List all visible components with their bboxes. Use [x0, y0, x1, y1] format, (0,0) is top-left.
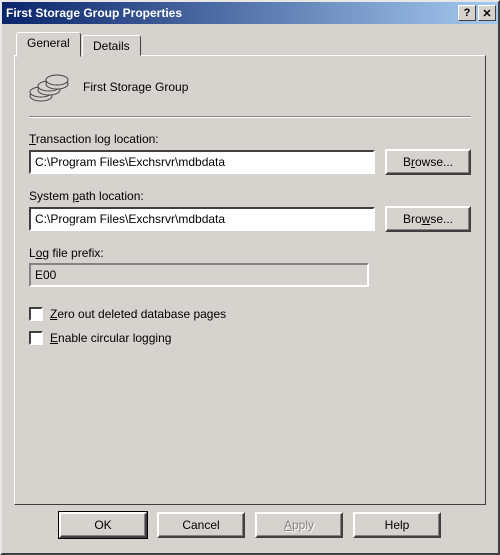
storage-group-icon [29, 70, 69, 104]
title-bar: First Storage Group Properties ? ✕ [2, 2, 498, 24]
help-icon: ? [464, 7, 471, 19]
browse-transaction-log-button[interactable]: Browse... [385, 149, 471, 175]
close-icon: ✕ [482, 7, 491, 20]
client-area: General Details First Storage Group [2, 24, 498, 553]
window-title: First Storage Group Properties [6, 6, 456, 20]
tab-details[interactable]: Details [82, 35, 141, 56]
transaction-log-row: Browse... [29, 149, 471, 175]
dialog-window: First Storage Group Properties ? ✕ Gener… [0, 0, 500, 555]
ok-button[interactable]: OK [59, 512, 147, 538]
circular-logging-checkbox-row[interactable]: Enable circular logging [29, 331, 471, 345]
zero-out-checkbox[interactable] [29, 307, 43, 321]
tab-panel-general: First Storage Group Transaction log loca… [14, 55, 486, 505]
log-prefix-row: E00 [29, 263, 471, 287]
log-prefix-label: Log file prefix: [29, 246, 471, 260]
help-button[interactable]: ? [458, 5, 476, 21]
zero-out-checkbox-row[interactable]: Zero out deleted database pages [29, 307, 471, 321]
transaction-log-input[interactable] [29, 150, 375, 174]
tab-strip: General Details [14, 34, 486, 56]
system-path-label: System path location: [29, 189, 471, 203]
separator [29, 116, 471, 118]
system-path-row: Browse... [29, 206, 471, 232]
circular-logging-checkbox[interactable] [29, 331, 43, 345]
help-button-bottom[interactable]: Help [353, 512, 441, 538]
cancel-button[interactable]: Cancel [157, 512, 245, 538]
transaction-log-label: Transaction log location: [29, 132, 471, 146]
dialog-button-bar: OK Cancel Apply Help [14, 505, 486, 553]
tab-details-label: Details [93, 39, 130, 53]
apply-button[interactable]: Apply [255, 512, 343, 538]
browse-system-path-button[interactable]: Browse... [385, 206, 471, 232]
header-row: First Storage Group [29, 70, 471, 104]
system-path-input[interactable] [29, 207, 375, 231]
log-prefix-value: E00 [29, 263, 369, 287]
tab-general-label: General [27, 36, 70, 50]
circular-logging-label: Enable circular logging [50, 331, 171, 345]
zero-out-label: Zero out deleted database pages [50, 307, 226, 321]
close-button[interactable]: ✕ [478, 5, 496, 21]
storage-group-name: First Storage Group [83, 80, 188, 94]
tab-general[interactable]: General [16, 32, 81, 57]
